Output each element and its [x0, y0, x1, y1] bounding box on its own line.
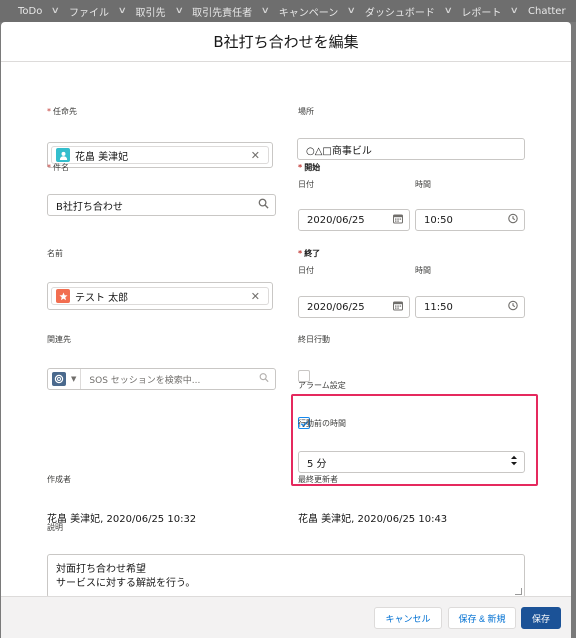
location-label: 場所 — [298, 107, 314, 116]
clock-icon[interactable] — [508, 213, 518, 227]
assignee-label: * 任命先 — [47, 106, 77, 117]
modified-by-value: 花畠 美津妃, 2020/06/25 10:43 — [298, 514, 448, 525]
clock-icon[interactable] — [508, 300, 518, 314]
nav-item-label: レポート — [461, 7, 502, 19]
nav-item-label: キャンペーン — [278, 7, 339, 19]
calendar-icon[interactable] — [393, 214, 403, 227]
assignee-value: 花畠 美津妃 — [75, 151, 129, 163]
nav-item-chatter[interactable]: Chatter — [528, 6, 566, 17]
description-line: サービスに対する解説を行う。 — [56, 578, 196, 589]
chevron-down-icon[interactable]: ∨ — [174, 6, 183, 16]
alarm-label: アラーム設定 — [298, 381, 346, 390]
resize-handle[interactable] — [515, 588, 522, 595]
name-value: テスト 太郎 — [75, 292, 129, 304]
nav-item-dashboards[interactable]: ダッシュボード ∨ — [364, 4, 453, 19]
nav-item-label: ToDo — [18, 5, 43, 17]
name-label: 名前 — [47, 249, 63, 258]
required-mark: * — [298, 249, 303, 258]
chevron-down-icon[interactable]: ∨ — [444, 6, 453, 16]
chevron-down-icon[interactable]: ∨ — [261, 6, 270, 16]
object-type-selector[interactable]: ▼ — [48, 369, 82, 389]
name-lookup-field[interactable]: テスト 太郎 ✕ — [47, 282, 273, 310]
created-by-label: 作成者 — [47, 475, 71, 484]
calendar-icon[interactable] — [393, 301, 403, 314]
end-label: * 終了 — [298, 248, 320, 259]
related-label: 関連先 — [47, 335, 71, 344]
caret-down-icon: ▼ — [71, 375, 77, 383]
nav-item-campaigns[interactable]: キャンペーン ∨ — [278, 4, 356, 19]
chevron-down-icon[interactable]: ∨ — [510, 6, 519, 16]
nav-item-files[interactable]: ファイル ∨ — [68, 4, 127, 19]
end-time-value: 11:50 — [424, 301, 453, 313]
description-label: 説明 — [47, 523, 63, 532]
remove-assignee-icon[interactable]: ✕ — [251, 149, 260, 162]
chevron-down-icon[interactable]: ∨ — [347, 6, 356, 16]
start-time-value: 10:50 — [424, 214, 453, 226]
allday-label: 終日行動 — [298, 335, 330, 344]
nav-item-label: ダッシュボード — [364, 7, 435, 19]
start-time-label: 時間 — [415, 180, 431, 189]
start-label: * 開始 — [298, 162, 320, 173]
subject-label: * 件名 — [47, 162, 69, 173]
modal-title: B社打ち合わせを編集 — [213, 33, 359, 51]
assignee-pill[interactable]: 花畠 美津妃 ✕ — [51, 146, 269, 164]
location-input[interactable]: ○△□商事ビル — [297, 138, 525, 160]
user-icon — [56, 148, 70, 162]
select-arrows-icon — [510, 455, 518, 469]
end-time-label: 時間 — [415, 266, 431, 275]
required-mark: * — [47, 107, 51, 116]
chevron-down-icon[interactable]: ∨ — [51, 6, 60, 16]
end-label-text: 終了 — [304, 249, 321, 258]
start-date-input[interactable]: 2020/06/25 — [298, 209, 410, 231]
subject-label-text: 件名 — [53, 163, 69, 172]
nav-item-label: Chatter — [528, 5, 566, 17]
name-pill[interactable]: テスト 太郎 ✕ — [51, 287, 269, 305]
modified-by-label: 最終更新者 — [298, 475, 338, 484]
description-textarea[interactable]: 対面打ち合わせ希望 サービスに対する解説を行う。 — [47, 554, 525, 598]
created-by-value: 花畠 美津妃, 2020/06/25 10:32 — [47, 514, 197, 525]
modal-header: B社打ち合わせを編集 — [1, 22, 571, 62]
assignee-label-text: 任命先 — [53, 107, 77, 116]
search-icon[interactable] — [258, 198, 269, 212]
save-and-new-button[interactable]: 保存 & 新規 — [448, 607, 516, 629]
required-mark: * — [47, 163, 51, 172]
remove-name-icon[interactable]: ✕ — [251, 290, 260, 303]
assignee-lookup-field[interactable]: 花畠 美津妃 ✕ — [47, 142, 273, 168]
contact-icon — [56, 289, 70, 303]
location-value: ○△□商事ビル — [306, 145, 372, 157]
chevron-down-icon[interactable]: ∨ — [118, 6, 127, 16]
alarm-before-label: 行動前の時間 — [298, 419, 346, 428]
start-date-label: 日付 — [298, 180, 314, 189]
start-label-text: 開始 — [304, 163, 321, 172]
edit-event-modal: B社打ち合わせを編集 * 任命先 花畠 美津妃 ✕ 場所 ○△□商事ビル * 件名 … — [1, 22, 571, 638]
end-date-input[interactable]: 2020/06/25 — [298, 296, 410, 318]
nav-item-label: 取引先 — [135, 7, 166, 19]
lifebuoy-icon — [52, 372, 66, 386]
related-search-placeholder: SOS セッションを検索中... — [89, 375, 201, 386]
modal-footer: キャンセル 保存 & 新規 保存 — [1, 596, 571, 638]
save-button[interactable]: 保存 — [521, 607, 561, 629]
nav-item-reports[interactable]: レポート ∨ — [461, 4, 519, 19]
alarm-before-value: 5 分 — [307, 458, 327, 470]
search-icon[interactable] — [259, 373, 269, 386]
end-date-value: 2020/06/25 — [307, 301, 365, 313]
cancel-button[interactable]: キャンセル — [374, 607, 442, 629]
start-time-input[interactable]: 10:50 — [415, 209, 525, 231]
top-navigation-bar: ToDo ∨ ファイル ∨ 取引先 ∨ 取引先責任者 ∨ キャンペーン ∨ ダッシュボード… — [0, 0, 576, 22]
nav-item-contacts[interactable]: 取引先責任者 ∨ — [192, 4, 270, 19]
end-time-input[interactable]: 11:50 — [415, 296, 525, 318]
subject-value: B社打ち合わせ — [56, 201, 123, 213]
modal-body: * 任命先 花畠 美津妃 ✕ 場所 ○△□商事ビル * 件名 B社打ち合わせ * 開始… — [1, 62, 571, 598]
nav-item-todo[interactable]: ToDo ∨ — [18, 5, 60, 17]
end-date-label: 日付 — [298, 266, 314, 275]
start-date-value: 2020/06/25 — [307, 214, 365, 226]
description-line: 対面打ち合わせ希望 — [56, 564, 146, 575]
required-mark: * — [298, 163, 303, 172]
alarm-before-select[interactable]: 5 分 — [298, 451, 525, 473]
subject-input[interactable]: B社打ち合わせ — [47, 194, 276, 216]
nav-item-accounts[interactable]: 取引先 ∨ — [135, 4, 184, 19]
related-lookup-field[interactable]: ▼ SOS セッションを検索中... — [47, 368, 276, 390]
nav-item-label: ファイル — [68, 7, 109, 19]
nav-item-label: 取引先責任者 — [192, 7, 253, 19]
